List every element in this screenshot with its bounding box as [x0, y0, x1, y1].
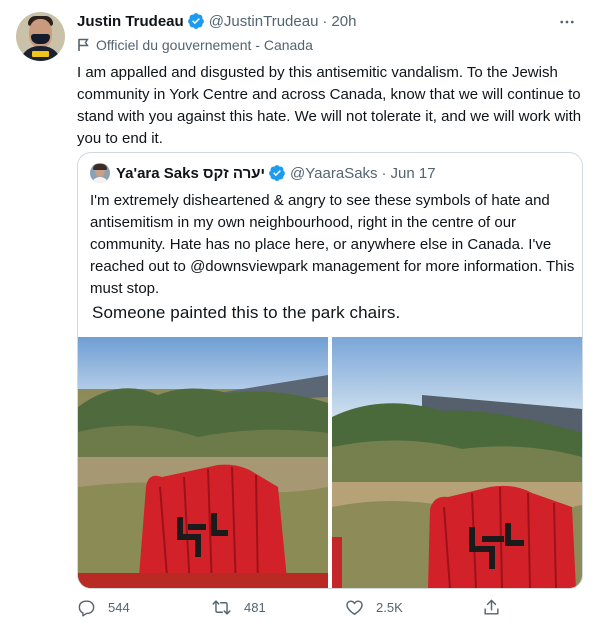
- government-label[interactable]: Officiel du gouvernement - Canada: [77, 37, 313, 53]
- flag-icon: [78, 38, 89, 51]
- author-handle[interactable]: @JustinTrudeau: [209, 13, 319, 30]
- more-options-icon[interactable]: [555, 10, 579, 34]
- quoted-header: Ya'ara Saks יערה זקס @YaaraSaks · Jun 17: [90, 163, 436, 183]
- action-bar: 544 481 2.5K: [77, 598, 527, 624]
- tweet-text: I am appalled and disgusted by this anti…: [77, 64, 582, 147]
- retweet-icon: [212, 600, 231, 615]
- quoted-tweet[interactable]: Ya'ara Saks יערה זקס @YaaraSaks · Jun 17…: [77, 152, 583, 589]
- share-button[interactable]: [482, 598, 513, 617]
- quoted-avatar-body: [91, 177, 109, 183]
- reply-button[interactable]: 544: [77, 598, 130, 617]
- separator-dot: ·: [381, 164, 387, 182]
- retweet-button[interactable]: 481: [211, 598, 266, 617]
- quoted-photos: [78, 337, 582, 588]
- quoted-author-name: Ya'ara Saks יערה זקס: [116, 164, 266, 182]
- tweet-time[interactable]: 20h: [331, 13, 356, 30]
- quoted-avatar: [90, 163, 110, 183]
- avatar-mask: [31, 34, 50, 44]
- heart-icon: [346, 600, 363, 615]
- quoted-author-handle: @YaaraSaks: [290, 164, 378, 182]
- share-icon: [484, 599, 499, 615]
- reply-icon: [78, 600, 95, 617]
- government-label-text: Officiel du gouvernement - Canada: [96, 37, 313, 53]
- photo-left[interactable]: [78, 337, 328, 588]
- quoted-avatar-hair: [93, 164, 107, 170]
- reply-count: 544: [108, 600, 130, 615]
- retweet-count: 481: [244, 600, 266, 615]
- photo-right[interactable]: [332, 337, 582, 588]
- like-button[interactable]: 2.5K: [345, 598, 403, 617]
- quoted-text: I'm extremely disheartened & angry to se…: [90, 192, 575, 297]
- separator-dot: ·: [322, 12, 328, 30]
- verified-badge-icon: [187, 13, 204, 29]
- verified-badge-icon: [269, 165, 285, 181]
- author-avatar[interactable]: [16, 12, 65, 61]
- avatar-badge: [32, 51, 49, 57]
- quoted-date: Jun 17: [390, 164, 436, 182]
- author-name[interactable]: Justin Trudeau: [77, 13, 184, 30]
- quoted-image-caption: Someone painted this to the park chairs.: [92, 303, 401, 322]
- tweet-header: Justin Trudeau @JustinTrudeau · 20h: [77, 12, 356, 30]
- like-count: 2.5K: [376, 600, 403, 615]
